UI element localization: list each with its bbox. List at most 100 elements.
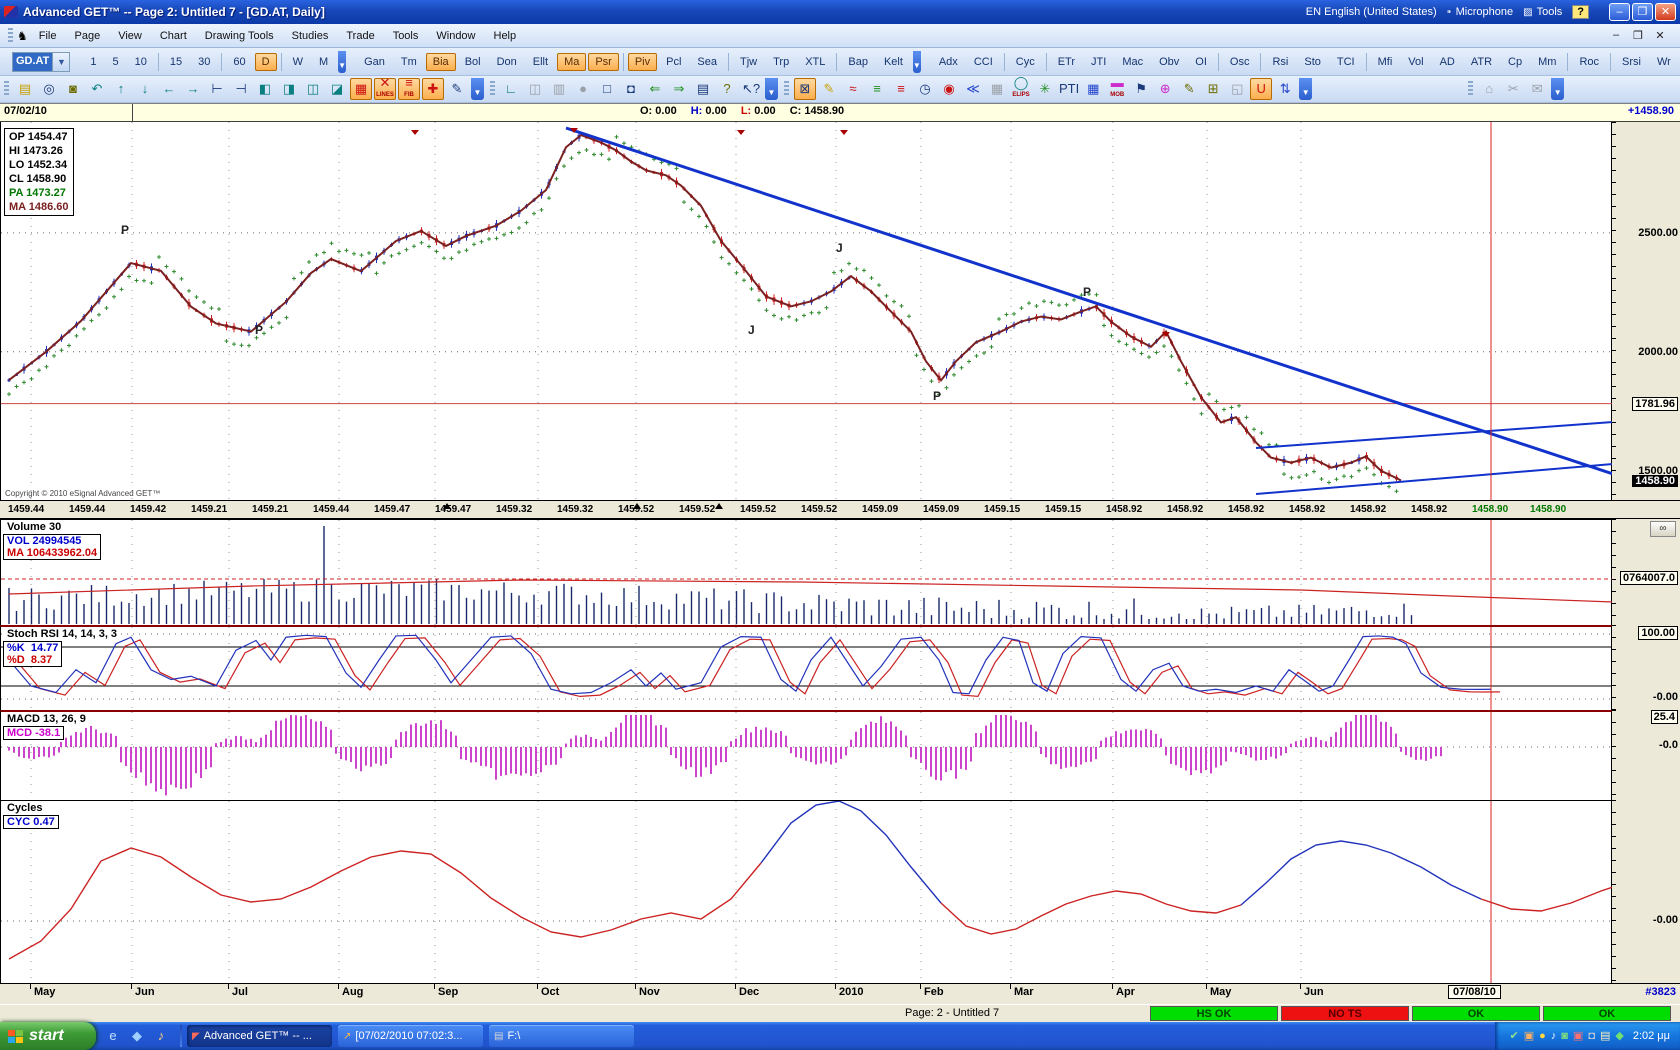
study-jti-button[interactable]: JTI xyxy=(1084,53,1113,71)
symbol-dropdown-icon[interactable]: ▼ xyxy=(52,53,69,71)
zoom-in-tool[interactable]: ⊕ xyxy=(1154,78,1176,100)
mob-tool[interactable]: ▬MOB xyxy=(1106,78,1128,100)
scroll-down-button[interactable]: ↓ xyxy=(134,78,156,100)
stoch-rsi-axis[interactable]: 100.00-0.00 xyxy=(1612,625,1680,710)
go-back-button[interactable]: ↶ xyxy=(86,78,108,100)
make-wave-tool[interactable]: ⚑ xyxy=(1130,78,1152,100)
cut-button[interactable]: ✂ xyxy=(1502,78,1524,100)
layout-boxes-button[interactable]: ⊞ xyxy=(1202,78,1224,100)
magnet-toggle[interactable]: U xyxy=(1250,78,1272,100)
toolbar-grip[interactable] xyxy=(4,81,9,97)
ellipse-tool[interactable]: ◯ELIPS xyxy=(1010,78,1032,100)
toolbar-grip[interactable] xyxy=(784,81,789,97)
toolbar-overflow-button[interactable]: ▼ xyxy=(471,78,484,100)
home-button[interactable]: ⌂ xyxy=(1478,78,1500,100)
volume-axis[interactable]: ∞ 0764007.0 xyxy=(1612,519,1680,625)
trend-line-tool[interactable]: ≡ xyxy=(890,78,912,100)
cycles-axis[interactable]: -0.00 xyxy=(1612,800,1680,983)
study-trp-button[interactable]: Trp xyxy=(766,53,796,71)
elliott-wave-tool[interactable]: ≈ xyxy=(842,78,864,100)
timeframe-30-button[interactable]: 30 xyxy=(191,53,217,71)
tray-writer[interactable]: ▤ xyxy=(1600,1027,1610,1045)
price-axis[interactable]: 2500.002000.001781.961500.001458.90 xyxy=(1612,122,1680,500)
close-button[interactable]: ✕ xyxy=(1655,3,1676,21)
toolbar-overflow-button[interactable]: ▼ xyxy=(1299,78,1312,100)
menu-help[interactable]: Help xyxy=(485,28,526,44)
menu-chart[interactable]: Chart xyxy=(151,28,196,44)
last-bar-button[interactable]: ⊣ xyxy=(230,78,252,100)
menu-studies[interactable]: Studies xyxy=(283,28,338,44)
toolbar-grip[interactable] xyxy=(1468,81,1473,97)
toolbar-overflow-button[interactable]: ▼ xyxy=(1551,78,1564,100)
study-tci-button[interactable]: TCI xyxy=(1330,53,1362,71)
fib-toggle[interactable]: ≡FIB xyxy=(398,78,420,100)
timeframe-60-button[interactable]: 60 xyxy=(226,53,252,71)
taskbar-task[interactable]: ◤Advanced GET™ -- ... xyxy=(187,1025,332,1047)
timeframe-overflow-button[interactable]: ▼ xyxy=(338,51,346,73)
study-mm-button[interactable]: Mm xyxy=(1531,53,1563,71)
menu-grip[interactable] xyxy=(8,28,13,44)
tray-audio[interactable]: ♪ xyxy=(1551,1027,1557,1045)
lines-toggle[interactable]: ✕LINES xyxy=(374,78,396,100)
study-bia-button[interactable]: Bia xyxy=(426,53,456,71)
study-don-button[interactable]: Don xyxy=(490,53,524,71)
timeframe-15-button[interactable]: 15 xyxy=(163,53,189,71)
restore-button[interactable]: ❐ xyxy=(1632,3,1653,21)
target-tool[interactable]: ◉ xyxy=(938,78,960,100)
find-bars-button[interactable]: ∞ xyxy=(1650,521,1676,537)
timeframe-m-button[interactable]: M xyxy=(312,53,335,71)
study-srsi-button[interactable]: Srsi xyxy=(1615,53,1648,71)
help-button[interactable]: ? xyxy=(716,78,738,100)
study-tm-button[interactable]: Tm xyxy=(394,53,424,71)
first-bar-button[interactable]: ⊢ xyxy=(206,78,228,100)
chart-settings-button[interactable]: ∟ xyxy=(500,78,522,100)
taskbar-task[interactable]: ▤F:\ xyxy=(489,1025,634,1047)
open-chart-button[interactable]: ▤ xyxy=(14,78,36,100)
study-atr-button[interactable]: ATR xyxy=(1464,53,1499,71)
menu-window[interactable]: Window xyxy=(427,28,484,44)
symbol-search-button[interactable]: ◎ xyxy=(38,78,60,100)
context-help-button[interactable]: ↖? xyxy=(740,78,762,100)
scroll-up-button[interactable]: ↑ xyxy=(110,78,132,100)
study-tjw-button[interactable]: Tjw xyxy=(733,53,764,71)
studies-a-overflow-button[interactable]: ▼ xyxy=(913,51,921,73)
study-bol-button[interactable]: Bol xyxy=(458,53,488,71)
menu-file[interactable]: File xyxy=(30,28,66,44)
dots-grid-toggle[interactable]: ▦ xyxy=(350,78,372,100)
start-button[interactable]: start xyxy=(0,1022,96,1050)
speech-tools-button[interactable]: ▨Tools xyxy=(1523,6,1562,18)
tray-pdf[interactable]: ▣ xyxy=(1573,1027,1583,1045)
study-oi-button[interactable]: OI xyxy=(1188,53,1214,71)
study-kelt-button[interactable]: Kelt xyxy=(877,53,910,71)
macd-plot[interactable]: MACD 13, 26, 9 MCD -38.1 xyxy=(0,710,1612,800)
study-rsi-button[interactable]: Rsi xyxy=(1265,53,1295,71)
study-sea-button[interactable]: Sea xyxy=(690,53,724,71)
price-plot[interactable]: OP 1454.47HI 1473.26LO 1452.34CL 1458.90… xyxy=(0,122,1612,500)
toolbar-grip[interactable] xyxy=(490,81,495,97)
tray-nvidia[interactable]: ◆ xyxy=(1615,1027,1623,1045)
child-minimize-button[interactable]: – xyxy=(1608,29,1624,42)
menu-view[interactable]: View xyxy=(109,28,151,44)
expand-vertical-button[interactable]: ◫ xyxy=(302,78,324,100)
study-etr-button[interactable]: ETr xyxy=(1051,53,1082,71)
microphone-button[interactable]: ⁍Microphone xyxy=(1447,6,1513,18)
regression-grid-tool[interactable]: ▦ xyxy=(1082,78,1104,100)
toolbar-overflow-button[interactable]: ▼ xyxy=(765,78,778,100)
tray-agent[interactable]: ✔ xyxy=(1509,1027,1518,1045)
portfolio-button[interactable]: ▥ xyxy=(548,78,570,100)
expand-horizontal-button[interactable]: ◧ xyxy=(254,78,276,100)
menu-drawing-tools[interactable]: Drawing Tools xyxy=(196,28,283,44)
menu-trade[interactable]: Trade xyxy=(337,28,383,44)
time-axis-row[interactable]: MayJunJulAugSepOctNovDec2010FebMarAprMay… xyxy=(0,983,1680,1004)
ie-quicklaunch[interactable]: e xyxy=(104,1027,122,1045)
media-quicklaunch[interactable]: ♪ xyxy=(152,1027,170,1045)
study-sto-button[interactable]: Sto xyxy=(1297,53,1328,71)
tray-device[interactable]: ◘ xyxy=(1588,1027,1595,1045)
scroll-left-button[interactable]: ← xyxy=(158,78,180,100)
study-pcl-button[interactable]: Pcl xyxy=(659,53,688,71)
study-wr-button[interactable]: Wr xyxy=(1650,53,1678,71)
retracement-tool[interactable]: ≡ xyxy=(866,78,888,100)
macd-axis[interactable]: 25.4-0.0 xyxy=(1612,710,1680,800)
time-cycle-tool[interactable]: ◷ xyxy=(914,78,936,100)
snapshot-button[interactable]: ◙ xyxy=(62,78,84,100)
